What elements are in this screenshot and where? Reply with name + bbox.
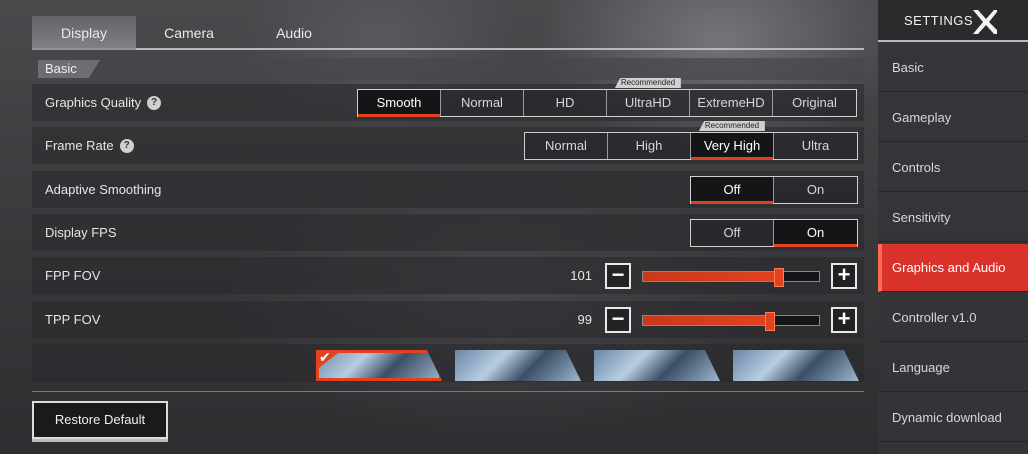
display-fps-row: Display FPS Off On	[32, 214, 864, 251]
sidebar-title: SETTINGS	[904, 13, 974, 28]
sidebar-item-gameplay[interactable]: Gameplay	[878, 94, 1028, 142]
section-label: Basic	[38, 60, 100, 78]
fpp-fov-slider-fill	[643, 272, 779, 281]
frame-rate-very-high-label: Very High	[703, 138, 761, 153]
tpp-fov-row: TPP FOV 99 − +	[32, 301, 864, 338]
sidebar-item-label: Controls	[892, 160, 941, 175]
sidebar-item-label: Language	[892, 360, 950, 375]
adaptive-smoothing-toggle: Off On	[690, 176, 858, 204]
graphics-quality-selector: Smooth Normal HD Recommended UltraHD Ext…	[357, 78, 857, 117]
fpp-fov-increase-button[interactable]: +	[831, 263, 857, 289]
sidebar-item-label: Graphics and Audio	[892, 260, 1006, 275]
sidebar-item-label: Dynamic download	[892, 410, 1002, 425]
sidebar-header: SETTINGS	[878, 0, 1028, 42]
sidebar-item-controls[interactable]: Controls	[878, 144, 1028, 192]
settings-panel: Display Camera Audio Basic Graphics Qual…	[32, 0, 864, 454]
help-icon[interactable]: ?	[147, 95, 162, 110]
sidebar-item-label: Gameplay	[892, 110, 952, 125]
graphics-preset-strip: ✔	[32, 344, 864, 382]
display-fps-off[interactable]: Off	[691, 220, 774, 246]
tpp-fov-value: 99	[577, 312, 592, 327]
close-icon[interactable]	[970, 8, 998, 36]
tpp-fov-slider-fill	[643, 316, 770, 325]
graphics-preset-3[interactable]	[594, 350, 720, 381]
restore-default-button[interactable]: Restore Default	[32, 401, 168, 439]
sidebar-item-label: Controller v1.0	[892, 310, 977, 325]
fpp-fov-value: 101	[570, 268, 592, 283]
frame-rate-normal[interactable]: Normal	[525, 133, 608, 159]
graphics-quality-ultrahd-label: UltraHD	[624, 95, 672, 110]
graphics-quality-hd[interactable]: HD	[524, 90, 607, 116]
display-fps-toggle: Off On	[690, 219, 858, 247]
frame-rate-very-high[interactable]: Recommended Very High	[691, 121, 774, 160]
tab-bar: Display Camera Audio	[32, 16, 864, 50]
frame-rate-label-wrap: Frame Rate ?	[45, 127, 134, 164]
fpp-fov-slider[interactable]	[642, 268, 820, 287]
fpp-fov-decrease-button[interactable]: −	[605, 263, 631, 289]
graphics-quality-label: Graphics Quality	[45, 95, 142, 110]
tab-display[interactable]: Display	[32, 16, 136, 50]
section-header: Basic	[32, 58, 864, 80]
adaptive-smoothing-row: Adaptive Smoothing Off On	[32, 171, 864, 208]
tpp-fov-label: TPP FOV	[45, 312, 101, 327]
graphics-quality-original[interactable]: Original	[773, 90, 856, 116]
fpp-fov-slider-handle[interactable]	[773, 268, 784, 287]
check-glyph: ✔	[319, 349, 331, 365]
sidebar-item-graphics-and-audio[interactable]: Graphics and Audio	[878, 244, 1028, 292]
tpp-fov-slider[interactable]	[642, 312, 820, 331]
sidebar-item-label: Basic	[892, 60, 924, 75]
graphics-quality-extremehd[interactable]: ExtremeHD	[690, 90, 773, 116]
tab-camera[interactable]: Camera	[137, 16, 241, 50]
frame-rate-high[interactable]: High	[608, 133, 691, 159]
tab-audio[interactable]: Audio	[242, 16, 346, 50]
sidebar-item-label: Sensitivity	[892, 210, 951, 225]
graphics-preset-2[interactable]	[455, 350, 581, 381]
fpp-fov-label: FPP FOV	[45, 268, 101, 283]
settings-sidebar: SETTINGS Basic Gameplay Controls Sensiti…	[878, 0, 1028, 454]
recommended-badge: Recommended	[698, 121, 766, 131]
frame-rate-ultra[interactable]: Ultra	[774, 133, 857, 159]
tpp-fov-decrease-button[interactable]: −	[605, 307, 631, 333]
tpp-fov-increase-button[interactable]: +	[831, 307, 857, 333]
tpp-fov-slider-handle[interactable]	[764, 312, 775, 331]
graphics-quality-smooth[interactable]: Smooth	[358, 90, 441, 117]
display-fps-on[interactable]: On	[774, 220, 857, 247]
frame-rate-label: Frame Rate	[45, 138, 114, 153]
sidebar-item-controller[interactable]: Controller v1.0	[878, 294, 1028, 342]
help-icon[interactable]: ?	[119, 138, 134, 153]
display-fps-label: Display FPS	[45, 225, 117, 240]
sidebar-item-dynamic-download[interactable]: Dynamic download	[878, 394, 1028, 442]
sidebar-item-basic[interactable]: Basic	[878, 44, 1028, 92]
frame-rate-selector: Normal High Recommended Very High Ultra	[524, 121, 858, 160]
graphics-quality-ultrahd[interactable]: Recommended UltraHD	[607, 78, 690, 116]
recommended-badge: Recommended	[614, 78, 682, 88]
graphics-quality-label-wrap: Graphics Quality ?	[45, 84, 162, 121]
adaptive-smoothing-off[interactable]: Off	[691, 177, 774, 204]
graphics-preset-4[interactable]	[733, 350, 859, 381]
frame-rate-row: Frame Rate ? Normal High Recommended Ver…	[32, 121, 864, 164]
sidebar-item-language[interactable]: Language	[878, 344, 1028, 392]
divider	[32, 391, 864, 392]
graphics-quality-normal[interactable]: Normal	[441, 90, 524, 116]
adaptive-smoothing-label: Adaptive Smoothing	[45, 182, 162, 197]
graphics-quality-row: Graphics Quality ? Smooth Normal HD Reco…	[32, 78, 864, 121]
graphics-preset-1[interactable]: ✔	[316, 350, 442, 381]
fpp-fov-row: FPP FOV 101 − +	[32, 257, 864, 294]
sidebar-item-sensitivity[interactable]: Sensitivity	[878, 194, 1028, 242]
adaptive-smoothing-on[interactable]: On	[774, 177, 857, 203]
